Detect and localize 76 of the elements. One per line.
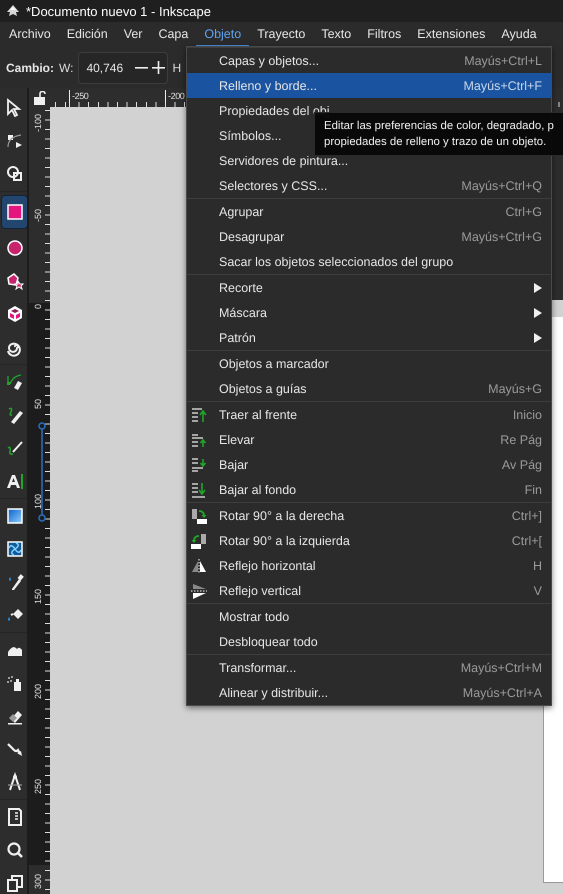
menu-entry[interactable]: Elevar Re Pág (187, 427, 551, 452)
ruler-label: 100 (33, 494, 44, 510)
menu-entry[interactable]: Relleno y borde... Mayús+Ctrl+F (187, 73, 551, 98)
menu-entry[interactable]: Transformar... Mayús+Ctrl+M (187, 655, 551, 680)
menu-entry[interactable]: Sacar los objetos seleccionados del grupo (187, 249, 551, 274)
menu-item[interactable]: Edición (58, 22, 116, 47)
shape-builder-icon (4, 164, 24, 184)
pages-icon (4, 873, 24, 893)
tool-button[interactable] (1, 195, 28, 229)
star-icon (4, 271, 24, 291)
ruler-label: 150 (33, 589, 44, 604)
ruler-label: 250 (33, 779, 44, 794)
submenu-arrow-icon (534, 308, 542, 318)
pointer-icon (4, 98, 24, 118)
ruler-label: -250 (69, 90, 88, 103)
ruler-label: 50 (33, 399, 44, 410)
menu-item[interactable]: Capa (150, 22, 196, 47)
menu-item[interactable]: Trayecto (249, 22, 314, 47)
menu-entry[interactable]: Traer al frente Inicio (187, 402, 551, 427)
menu-entry[interactable]: Mostrar todo (187, 604, 551, 629)
menu-entry[interactable]: Bajar Av Pág (187, 452, 551, 477)
menu-entry[interactable]: Objetos a marcador (187, 351, 551, 376)
menu-entry[interactable]: Rotar 90° a la izquierda Ctrl+[ (187, 528, 551, 553)
ruler-label: -100 (33, 114, 44, 132)
mesh-icon (4, 539, 24, 559)
app-logo-icon (6, 4, 20, 18)
number-field[interactable]: 40,746 (78, 52, 168, 84)
submenu-arrow-icon (534, 332, 542, 342)
pen-icon (4, 372, 24, 392)
menu-item[interactable]: Texto (313, 22, 360, 47)
menu-item[interactable]: Ayuda (493, 22, 545, 47)
field-label: H (172, 60, 182, 74)
menu-entry[interactable]: Reflejo horizontal H (187, 553, 551, 578)
toolbar-label: Cambio: (6, 60, 54, 74)
rotate-clockwise-icon (191, 508, 207, 524)
ruler-label: 300 (33, 874, 44, 890)
menu-entry[interactable]: Rotar 90° a la derecha Ctrl+] (187, 503, 551, 528)
tooltip-text: Editar las preferencias de color, degradado, p (324, 119, 555, 134)
menu-entry[interactable]: Desbloquear todo (187, 629, 551, 654)
menu-entry[interactable]: Agrupar Ctrl+G (187, 199, 551, 224)
plus-icon (152, 61, 166, 74)
menu-entry[interactable]: Recorte (187, 275, 551, 300)
tooltip-text: propiedades de relleno y trazo de un objeto. (324, 135, 548, 150)
menu-entry[interactable]: Desagrupar Mayús+Ctrl+G (187, 224, 551, 249)
bring-to-front-icon (191, 406, 207, 422)
send-to-back-icon (191, 482, 207, 498)
menu-entry[interactable]: Selectores y CSS... Mayús+Ctrl+Q (187, 173, 551, 198)
ruler-label: -200 (165, 90, 184, 103)
menu-entry[interactable]: Capas y objetos... Mayús+Ctrl+L (187, 48, 551, 73)
submenu-arrow-icon (534, 282, 542, 292)
menu-item[interactable]: Filtros (359, 22, 410, 47)
raise-icon (191, 432, 207, 448)
ruler-label: 0 (33, 304, 44, 310)
menu-entry[interactable]: Alinear y distribuir... Mayús+Ctrl+A (187, 680, 551, 705)
gradient-icon (4, 506, 24, 526)
ruler-label: 200 (33, 684, 44, 700)
flip-horizontal-icon (191, 558, 207, 574)
rotate-counterclockwise-icon (191, 532, 207, 548)
menu-entry[interactable]: Bajar al fondo Fin (187, 477, 551, 502)
lower-icon (191, 456, 207, 472)
field-label: W: (59, 60, 74, 74)
menu-item[interactable]: Ver (116, 22, 150, 47)
menu-item[interactable]: Extensiones (409, 22, 494, 47)
zoom-icon (4, 840, 24, 860)
circle-icon (4, 238, 24, 258)
rectangle-icon (4, 202, 24, 222)
menu-item[interactable]: Archivo (1, 22, 59, 47)
menu-entry[interactable]: Reflejo vertical V (187, 578, 551, 603)
ruler-label: -50 (33, 209, 44, 222)
window-title: *Documento nuevo 1 - Inkscape (26, 4, 211, 18)
menu-entry[interactable]: Máscara (187, 300, 551, 325)
lock-icon (34, 90, 46, 104)
menu-entry[interactable]: Objetos a guías Mayús+G (187, 376, 551, 401)
text-icon (4, 471, 24, 491)
flip-vertical-icon (191, 582, 207, 598)
menu-entry[interactable]: Patrón (187, 325, 551, 350)
